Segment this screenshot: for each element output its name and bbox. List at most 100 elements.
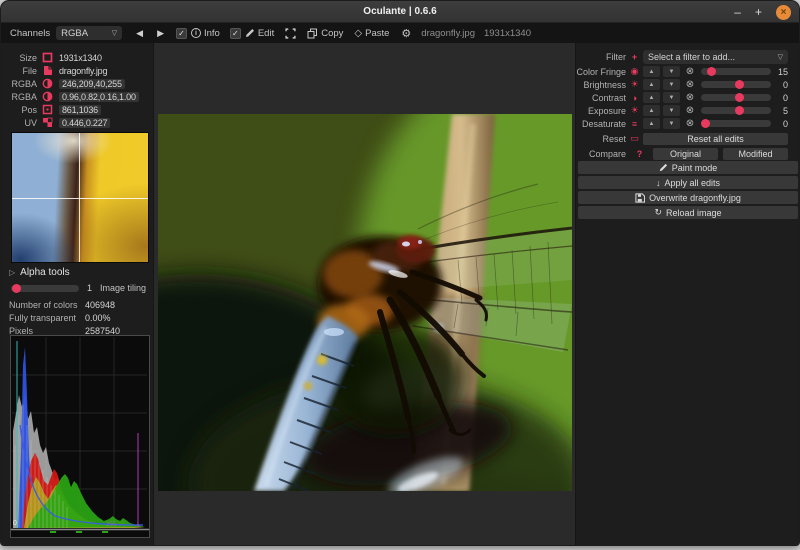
color-histogram: 0 255 [10,335,150,538]
check-icon: ✓ [178,29,185,38]
previous-image-button[interactable]: ◀ [136,28,143,39]
contrast-slider[interactable] [701,94,771,101]
info-toggle[interactable]: Info [204,28,220,39]
reset-all-edits-button[interactable]: Reset all edits [643,133,788,145]
desaturate-slider[interactable] [701,120,771,127]
current-dimensions: 1931x1340 [484,28,531,39]
size-row: Size 1931x1340 [1,51,153,64]
compare-modified-button[interactable]: Modified [723,148,788,160]
image-tiling-row: 1 Image tiling [1,282,153,294]
move-down-button[interactable]: ▼ [663,79,680,90]
tiling-slider-handle[interactable] [12,284,21,293]
remove-filter-icon[interactable]: ⊗ [683,105,697,117]
move-down-button[interactable]: ▼ [663,66,680,77]
reload-image-button[interactable]: ↻ Reload image [578,206,798,219]
pixel-preview[interactable] [11,132,149,263]
filter-select[interactable]: Select a filter to add... ▽ [643,50,788,64]
tiling-label: Image tiling [100,283,146,293]
move-up-button[interactable]: ▲ [643,92,660,103]
uv-icon [42,117,53,128]
apply-all-edits-button[interactable]: ↓ Apply all edits [578,176,798,189]
down-arrow-icon: ↓ [656,178,661,188]
alpha-tools-toggle[interactable]: ▷ Alpha tools [9,267,70,278]
channels-value: RGBA [61,28,88,39]
overwrite-file-button[interactable]: Overwrite dragonfly.jpg [578,191,798,204]
exposure-icon: ☀ [626,105,643,116]
window-controls: – + × [734,1,791,23]
channels-select[interactable]: RGBA ▽ [56,26,122,40]
toolbar: Channels RGBA ▽ ◀ ▶ ✓ i Info ✓ Edit Copy… [1,23,799,43]
position-row: Pos 861,1036 [1,103,153,116]
edit-checkbox[interactable]: ✓ [230,28,241,39]
slider-handle[interactable] [735,93,744,102]
compare-row: Compare ? Original Modified [576,147,800,160]
compare-original-button[interactable]: Original [653,148,718,160]
move-up-button[interactable]: ▲ [643,79,660,90]
copy-icon [307,28,318,39]
minimize-button[interactable]: – [734,6,741,18]
histogram-zero-label: 0 [13,520,17,527]
copy-button[interactable]: Copy [321,28,343,39]
remove-filter-icon[interactable]: ⊗ [683,66,697,78]
next-image-button[interactable]: ▶ [157,28,164,39]
collapsed-triangle-icon: ▷ [9,268,15,277]
edit-toggle[interactable]: Edit [258,28,274,39]
rgba-icon [42,91,53,102]
color-fringe-slider[interactable] [701,68,771,75]
paint-mode-button[interactable]: Paint mode [578,161,798,174]
file-row: File dragonfly.jpg [1,64,153,77]
fullscreen-icon[interactable] [285,28,296,39]
remove-filter-icon[interactable]: ⊗ [683,79,697,91]
brightness-icon: ☀ [626,79,643,90]
slider-handle[interactable] [707,67,716,76]
close-button[interactable]: × [776,5,791,20]
info-checkbox[interactable]: ✓ [176,28,187,39]
desaturate-row: Desaturate ≡ ▲ ▼ ⊗ 0 [576,117,800,130]
check-icon: ✓ [232,29,239,38]
move-up-button[interactable]: ▲ [643,105,660,116]
maximize-button[interactable]: + [755,6,762,18]
tiling-slider[interactable] [11,285,79,292]
exposure-row: Exposure ☀ ▲ ▼ ⊗ 5 [576,104,800,117]
paste-button[interactable]: Paste [365,28,389,39]
move-up-button[interactable]: ▲ [643,118,660,129]
exposure-slider[interactable] [701,107,771,114]
chevron-down-icon: ▽ [112,29,117,37]
edit-panel: Filter + Select a filter to add... ▽ Col… [576,43,800,546]
current-filename: dragonfly.jpg [421,28,475,39]
paste-icon: ◇ [354,28,362,39]
reload-icon: ↻ [654,207,662,218]
reset-icon: ▭ [626,133,643,144]
contrast-icon: ◑ [626,93,643,103]
app-window: Oculante | 0.6.6 – + × Channels RGBA ▽ ◀… [0,0,800,546]
move-down-button[interactable]: ▼ [663,92,680,103]
remove-filter-icon[interactable]: ⊗ [683,92,697,104]
window-title: Oculante | 0.6.6 [363,6,436,17]
slider-handle[interactable] [701,119,710,128]
brush-icon [659,163,668,172]
dragonfly-image[interactable] [158,114,572,491]
stat-row: Fully transparent0.00% [1,311,153,324]
color-fringe-row: Color Fringe ◉ ▲ ▼ ⊗ 15 [576,65,800,78]
size-icon [42,52,53,63]
info-panel: Size 1931x1340 File dragonfly.jpg RGBA 2… [1,43,153,546]
save-icon [635,193,645,203]
move-down-button[interactable]: ▼ [663,118,680,129]
slider-handle[interactable] [735,106,744,115]
filter-row: Filter + Select a filter to add... ▽ [576,50,800,63]
remove-filter-icon[interactable]: ⊗ [683,118,697,130]
info-icon: i [191,28,201,38]
brightness-row: Brightness ☀ ▲ ▼ ⊗ 0 [576,78,800,91]
settings-gear-icon[interactable]: ⚙ [401,27,411,40]
move-down-button[interactable]: ▼ [663,105,680,116]
image-viewport[interactable] [153,43,576,546]
file-icon [42,65,53,76]
position-icon [42,104,53,115]
title-bar[interactable]: Oculante | 0.6.6 – + × [1,1,799,23]
slider-handle[interactable] [735,80,744,89]
desaturate-icon: ≡ [626,119,643,129]
move-up-button[interactable]: ▲ [643,66,660,77]
color-fringe-icon: ◉ [626,66,643,77]
rgba-icon [42,78,53,89]
brightness-slider[interactable] [701,81,771,88]
